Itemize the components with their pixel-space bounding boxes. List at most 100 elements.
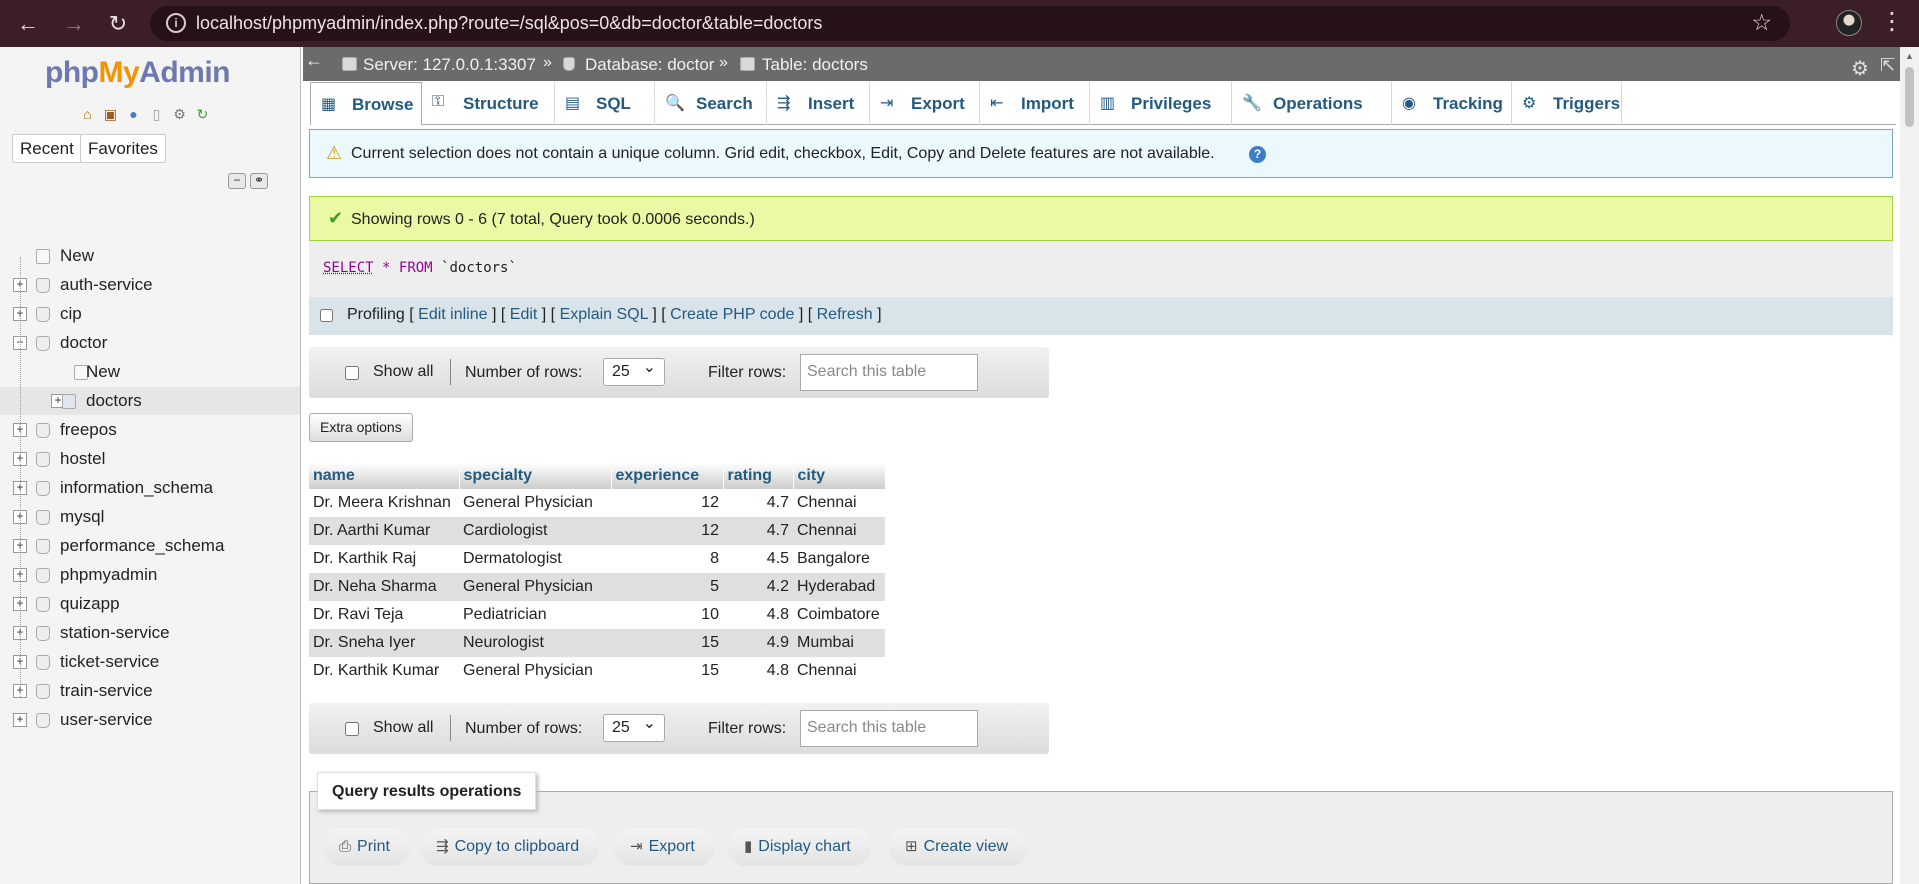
- column-header[interactable]: rating: [723, 463, 794, 489]
- expand-icon[interactable]: +: [13, 713, 27, 727]
- tree-item-label[interactable]: station-service: [60, 623, 170, 643]
- print-button[interactable]: ⎙ Print: [323, 828, 410, 866]
- tab-export[interactable]: ⇥ Export: [870, 82, 980, 125]
- show-all-checkbox[interactable]: [345, 722, 359, 736]
- collapse-top-menu-icon[interactable]: ⇱: [1880, 55, 1895, 76]
- tree-item[interactable]: + mysql: [0, 503, 300, 531]
- tree-item[interactable]: + hostel: [0, 445, 300, 473]
- breadcrumb-server[interactable]: Server: 127.0.0.1:3307: [363, 55, 536, 75]
- sql-query[interactable]: SELECT * FROM `doctors`: [323, 260, 517, 276]
- column-header[interactable]: specialty: [459, 463, 612, 489]
- tab-tracking[interactable]: ◉ Tracking: [1392, 82, 1512, 125]
- tree-item-label[interactable]: freepos: [60, 420, 117, 440]
- tree-item-label[interactable]: auth-service: [60, 275, 153, 295]
- help-icon[interactable]: ?: [1249, 146, 1266, 163]
- tab-insert[interactable]: ⇶ Insert: [767, 82, 870, 125]
- create-php-code-link[interactable]: Create PHP code: [670, 306, 794, 323]
- tree-item-label[interactable]: information_schema: [60, 478, 213, 498]
- breadcrumb-table[interactable]: Table: doctors: [762, 55, 868, 75]
- tree-item[interactable]: + cip: [0, 300, 300, 328]
- favorites-tab[interactable]: Favorites: [80, 134, 166, 163]
- tree-item-label[interactable]: quizapp: [60, 594, 120, 614]
- tab-triggers[interactable]: ⚙ Triggers: [1512, 82, 1622, 125]
- tree-item-label[interactable]: user-service: [60, 710, 153, 730]
- number-of-rows-select[interactable]: 25: [603, 355, 665, 386]
- show-all-checkbox[interactable]: [345, 366, 359, 380]
- reload-icon[interactable]: ↻: [102, 8, 134, 40]
- collapse-all-icon[interactable]: −: [228, 173, 246, 189]
- filter-rows-input[interactable]: Search this table: [800, 354, 978, 391]
- column-header[interactable]: experience: [611, 463, 724, 489]
- tree-item-label[interactable]: phpmyadmin: [60, 565, 157, 585]
- number-of-rows-select[interactable]: 25: [603, 711, 665, 742]
- address-bar[interactable]: i localhost/phpmyadmin/index.php?route=/…: [150, 6, 1790, 41]
- tree-item[interactable]: + phpmyadmin: [0, 561, 300, 589]
- settings-gear-icon[interactable]: ⚙: [170, 105, 189, 124]
- tree-item-label[interactable]: ticket-service: [60, 652, 159, 672]
- column-header[interactable]: city: [793, 463, 886, 489]
- tab-search[interactable]: 🔍 Search: [655, 82, 767, 125]
- logout-icon[interactable]: ▣: [101, 105, 120, 124]
- copy-to-clipboard-button[interactable]: ⇶ Copy to clipboard: [420, 828, 600, 866]
- explain-sql-link[interactable]: Explain SQL: [560, 306, 648, 323]
- tree-item-label[interactable]: doctor: [60, 333, 107, 353]
- help-icon[interactable]: ●: [124, 105, 143, 124]
- show-all-label[interactable]: Show all: [373, 719, 433, 737]
- tree-item[interactable]: + ticket-service: [0, 648, 300, 676]
- forward-arrow-icon[interactable]: →: [58, 8, 90, 40]
- tab-privileges[interactable]: ▥ Privileges: [1090, 82, 1232, 125]
- url-text[interactable]: localhost/phpmyadmin/index.php?route=/sq…: [196, 13, 822, 34]
- extra-options-button[interactable]: Extra options: [309, 413, 413, 442]
- tree-item[interactable]: + doctors: [0, 387, 300, 415]
- tree-item-label[interactable]: hostel: [60, 449, 105, 469]
- tab-import[interactable]: ⇤ Import: [980, 82, 1090, 125]
- tree-item[interactable]: + auth-service: [0, 271, 300, 299]
- create-view-button[interactable]: ⊞ Create view: [889, 828, 1029, 866]
- back-arrow-icon[interactable]: ←: [12, 8, 44, 40]
- tree-item-label[interactable]: performance_schema: [60, 536, 224, 556]
- tree-item[interactable]: + station-service: [0, 619, 300, 647]
- export-button[interactable]: ⇥ Export: [614, 828, 715, 866]
- show-all-label[interactable]: Show all: [373, 363, 433, 381]
- tab-structure[interactable]: ⚿ Structure: [422, 82, 555, 125]
- display-chart-button[interactable]: ▮ Display chart: [728, 828, 871, 866]
- recent-tab[interactable]: Recent: [12, 134, 82, 163]
- tree-item[interactable]: + performance_schema: [0, 532, 300, 560]
- tree-item-label[interactable]: cip: [60, 304, 82, 324]
- tree-item-label[interactable]: New: [60, 246, 94, 266]
- edit-link[interactable]: Edit: [510, 306, 538, 323]
- tab-browse[interactable]: ▦ Browse: [310, 82, 422, 125]
- docs-icon[interactable]: ▯: [147, 105, 166, 124]
- browser-menu-icon[interactable]: ⋮: [1880, 6, 1904, 38]
- tree-item[interactable]: + freepos: [0, 416, 300, 444]
- refresh-link[interactable]: Refresh: [817, 306, 873, 323]
- collapse-panel-icon[interactable]: ←: [305, 50, 323, 71]
- tree-item[interactable]: + user-service: [0, 706, 300, 734]
- scrollbar[interactable]: ▲: [1900, 47, 1919, 884]
- breadcrumb-database[interactable]: Database: doctor: [585, 55, 714, 75]
- site-info-icon[interactable]: i: [166, 13, 186, 33]
- tree-item[interactable]: New: [0, 358, 300, 386]
- phpmyadmin-logo[interactable]: phpMyAdmin: [45, 56, 230, 90]
- page-settings-icon[interactable]: ⚙: [1851, 56, 1869, 81]
- tree-item[interactable]: − doctor: [0, 329, 300, 357]
- tab-operations[interactable]: 🔧 Operations: [1232, 82, 1392, 125]
- profile-avatar[interactable]: [1836, 10, 1862, 36]
- tree-item[interactable]: + train-service: [0, 677, 300, 705]
- profiling-checkbox[interactable]: [320, 309, 333, 322]
- tab-sql[interactable]: ▤ SQL: [555, 82, 655, 125]
- column-header[interactable]: name: [309, 463, 460, 489]
- scrollbar-thumb[interactable]: [1905, 67, 1914, 127]
- tree-item-label[interactable]: New: [86, 362, 120, 382]
- tree-item[interactable]: + information_schema: [0, 474, 300, 502]
- home-icon[interactable]: ⌂: [78, 105, 97, 124]
- tree-item-label[interactable]: train-service: [60, 681, 153, 701]
- tree-item-label[interactable]: mysql: [60, 507, 104, 527]
- link-with-main-icon[interactable]: ⚭: [250, 173, 268, 189]
- scroll-up-icon[interactable]: ▲: [1905, 51, 1914, 61]
- tree-item[interactable]: + quizapp: [0, 590, 300, 618]
- tree-item-label[interactable]: doctors: [86, 391, 142, 411]
- bookmark-star-icon[interactable]: ☆: [1751, 9, 1772, 36]
- tree-item[interactable]: New: [0, 242, 300, 270]
- filter-rows-input[interactable]: Search this table: [800, 710, 978, 747]
